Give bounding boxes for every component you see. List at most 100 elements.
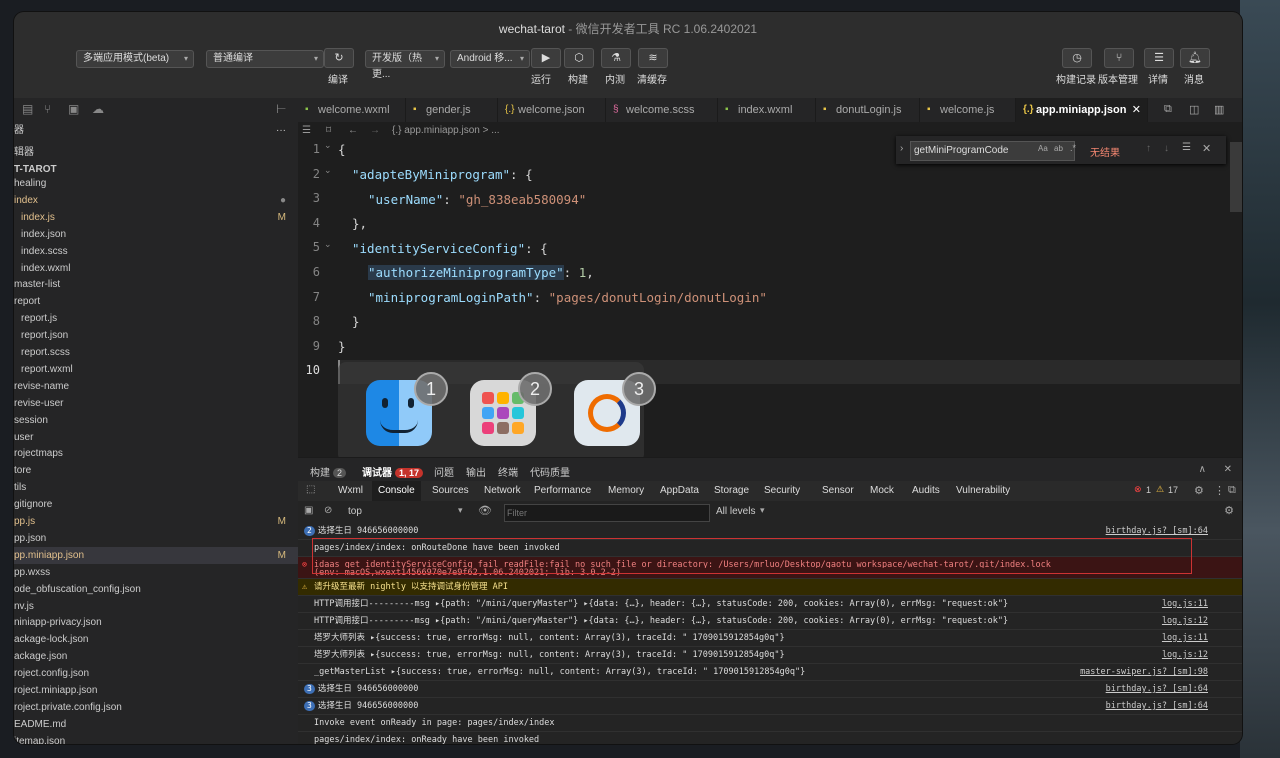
image-icon[interactable]: ▣ [68,102,79,116]
arrow-up-icon[interactable]: ↑ [1146,143,1151,154]
list-item[interactable]: index.json [14,226,298,243]
list-item[interactable]: report.json [14,327,298,344]
devtools-tab[interactable]: Vulnerability [956,481,1010,501]
list-item[interactable]: revise-name [14,378,298,395]
list-item[interactable]: pp.json [14,530,298,547]
clear-console-icon[interactable]: ⊘ [324,505,332,516]
close-icon[interactable]: ✕ [1224,464,1232,475]
panel-tab[interactable]: 代码质量 [530,464,570,479]
list-item[interactable]: niniapp-privacy.json [14,614,298,631]
devtools-tab[interactable]: Mock [870,481,894,501]
more-icon[interactable]: ⋮ [1214,484,1225,497]
list-item[interactable]: revise-user [14,395,298,412]
tab-welcome-wxml[interactable]: ▪ welcome.wxml [298,98,406,122]
fold-icon[interactable]: ⌄ [324,165,332,176]
match-case-icon[interactable]: Aa [1038,144,1048,153]
list-item[interactable]: pp.wxss [14,564,298,581]
source-link[interactable]: log.js:11 [1162,630,1208,647]
split-icon[interactable]: ⊢ [276,102,286,116]
panel-tab[interactable]: 输出 [466,464,486,479]
sidebar-toggle-icon[interactable]: ▣ [304,505,313,516]
devtools-tab[interactable]: Storage [714,481,749,501]
list-item[interactable]: itemap.json [14,733,298,744]
close-icon[interactable]: ✕ [1202,142,1211,155]
clear-cache-button[interactable]: ≋ [638,48,668,68]
close-icon[interactable]: ✕ [1132,98,1141,122]
source-link[interactable]: log.js:12 [1162,647,1208,664]
devtools-tab[interactable]: Audits [912,481,940,501]
cloud-icon[interactable]: ☁ [92,102,104,116]
fold-icon[interactable]: ⌄ [324,239,332,250]
devtools-tab[interactable]: Performance [534,481,591,501]
list-item[interactable]: pp.miniapp.json M [14,546,298,564]
list-item[interactable]: pp.js M [14,513,298,530]
devtools-tab[interactable]: Network [484,481,521,501]
source-link[interactable]: birthday.js? [sm]:64 [1106,523,1208,540]
build-button[interactable]: ⬡ [564,48,594,68]
list-item[interactable]: index ● [14,192,298,209]
preview-icon[interactable]: ◫ [1189,103,1199,116]
compile-button[interactable]: ↻ [324,48,354,68]
git-icon[interactable]: ⑂ [44,102,51,116]
inspect-icon[interactable]: ⬚ [306,484,315,495]
list-item[interactable]: session [14,412,298,429]
mode-select[interactable]: 多端应用模式(beta) ▾ [76,50,194,68]
list-item[interactable]: index.scss [14,243,298,260]
source-link[interactable]: birthday.js? [sm]:64 [1106,681,1208,698]
device-select[interactable]: Android 移... ▾ [450,50,530,68]
version-manage-button[interactable]: ⑂ [1104,48,1134,68]
list-item[interactable]: ackage-lock.json [14,631,298,648]
fold-icon[interactable]: ⌄ [324,140,332,151]
source-link[interactable]: log.js:11 [1162,596,1208,613]
gear-icon[interactable]: ⚙ [1194,484,1204,497]
tab-gender-js[interactable]: ▪ gender.js [406,98,498,122]
chevron-down-icon[interactable]: ▾ [760,505,765,516]
build-history-button[interactable]: ◷ [1062,48,1092,68]
devtools-tab[interactable]: Sensor [822,481,854,501]
panel-tab[interactable]: 调试器 1, 17 [362,464,424,479]
chevron-right-icon[interactable]: › [900,143,903,154]
list-item[interactable]: report.wxml [14,361,298,378]
list-item[interactable]: report [14,293,298,310]
compare-icon[interactable]: ⧉ [1164,103,1172,116]
list-item[interactable]: rojectmaps [14,445,298,462]
list-item[interactable]: user [14,429,298,446]
list-item[interactable]: report.js [14,310,298,327]
file-icon[interactable]: ▤ [22,102,33,116]
eye-icon[interactable]: 👁︎ [478,504,492,517]
find-input[interactable]: getMiniProgramCode [910,141,1075,161]
list-item[interactable]: healing [14,175,298,192]
scrollbar[interactable] [1230,142,1242,212]
levels-select[interactable]: All levels [716,506,755,517]
devtools-tab[interactable]: Memory [608,481,644,501]
arrow-down-icon[interactable]: ↓ [1164,143,1169,154]
source-link[interactable]: master-swiper.js? [sm]:98 [1080,664,1208,681]
list-item[interactable]: tore [14,462,298,479]
panel-tab[interactable]: 问题 [434,464,454,479]
selection-icon[interactable]: ☰ [1182,142,1191,153]
chevron-up-icon[interactable]: ∧ [1199,464,1206,475]
tab-index-wxml[interactable]: ▪ index.wxml [718,98,816,122]
forward-icon[interactable]: → [370,122,380,140]
list-item[interactable]: index.js M [14,209,298,226]
gear-icon[interactable]: ⚙ [1224,504,1234,517]
run-button[interactable]: ▶ [531,48,561,68]
details-button[interactable]: ☰ [1144,48,1174,68]
list-item[interactable]: ode_obfuscation_config.json [14,581,298,598]
regex-icon[interactable]: .* [1070,143,1076,153]
devtools-tab[interactable]: Sources [432,481,469,501]
filter-input[interactable] [504,504,710,522]
list-item[interactable]: roject.miniapp.json [14,682,298,699]
tab-welcome-js[interactable]: ▪ welcome.js [920,98,1016,122]
test-button[interactable]: ⚗ [601,48,631,68]
devtools-tab[interactable]: Wxml [338,481,363,501]
panel-tab[interactable]: 终端 [498,464,518,479]
source-link[interactable]: birthday.js? [sm]:64 [1106,698,1208,715]
more-icon[interactable]: ··· [276,122,286,139]
devtools-tab[interactable]: AppData [660,481,699,501]
back-icon[interactable]: ← [348,122,358,140]
split-editor-icon[interactable]: ▥ [1214,103,1224,116]
tab-app-miniapp-json[interactable]: {.} app.miniapp.json ✕ [1016,98,1148,122]
list-item[interactable]: report.scss [14,344,298,361]
whole-word-icon[interactable]: ab [1054,144,1063,153]
